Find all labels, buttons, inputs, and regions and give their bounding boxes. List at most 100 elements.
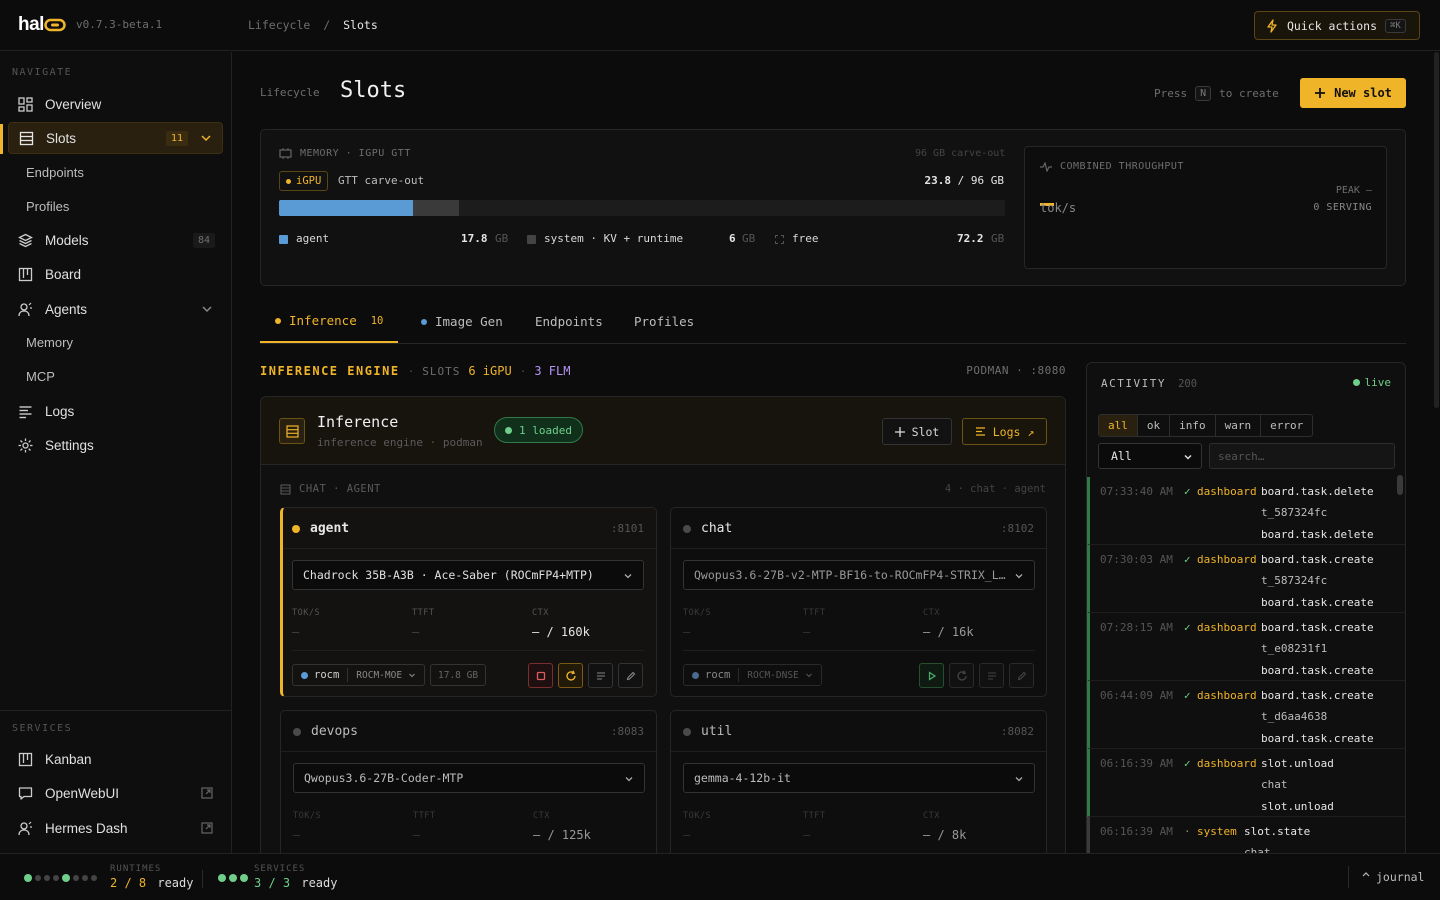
slot-logs-button[interactable] xyxy=(588,663,613,688)
sidebar-item-endpoints[interactable]: Endpoints xyxy=(8,156,223,188)
chevron-down-icon xyxy=(1015,777,1023,782)
slot-model-select[interactable]: Qwopus3.6-27B-v2-MTP-BF16-to-ROCmFP4-STR… xyxy=(683,560,1035,590)
engine-section-header: INFERENCE ENGINE · SLOTS 6 iGPU · 3 FLM xyxy=(260,364,571,378)
activity-entry[interactable]: 07:33:40 AM ✓ dashboard board.task.delet… xyxy=(1087,477,1405,545)
chevron-down-icon[interactable] xyxy=(201,303,213,315)
sidebar-item-settings[interactable]: Settings xyxy=(8,429,223,461)
chevron-down-icon xyxy=(625,777,633,782)
slot-divider xyxy=(671,548,1046,549)
slot-logs-button[interactable] xyxy=(979,663,1004,688)
metric-label: TOK/S xyxy=(683,811,712,821)
activity-source-select[interactable]: All xyxy=(1098,443,1202,469)
active-indicator xyxy=(0,124,3,154)
runtime-dot-idle xyxy=(73,875,79,881)
filter-error[interactable]: error xyxy=(1261,415,1312,436)
journal-toggle[interactable]: journal xyxy=(1362,870,1424,884)
slot-card-agent[interactable]: agent :8101 Chadrock 35B-A3B · Ace-Saber… xyxy=(280,507,657,697)
filter-all[interactable]: all xyxy=(1099,415,1138,436)
sidebar-item-label: Slots xyxy=(46,130,77,146)
activity-entry[interactable]: 07:30:03 AM ✓ dashboard board.task.creat… xyxy=(1087,545,1405,613)
sidebar-item-memory[interactable]: Memory xyxy=(8,326,223,358)
entry-detail: t_e08231f1 xyxy=(1261,642,1328,655)
metric-ttft-value: — xyxy=(413,828,421,842)
slot-model-select[interactable]: gemma-4-12b-it xyxy=(683,763,1035,793)
activity-scrollbar[interactable] xyxy=(1397,475,1403,495)
activity-entry[interactable]: 07:28:15 AM ✓ dashboard board.task.creat… xyxy=(1087,613,1405,681)
services-value: 3 / 3 xyxy=(254,876,291,890)
edit-button[interactable] xyxy=(618,663,643,688)
metric-label: CTX xyxy=(532,608,549,618)
slot-card-util[interactable]: util :8082 gemma-4-12b-it TOK/S TTFT CTX… xyxy=(670,710,1047,865)
filter-warn[interactable]: warn xyxy=(1216,415,1262,436)
sidebar-item-agents[interactable]: Agents xyxy=(8,293,223,325)
navigate-label: NAVIGATE xyxy=(12,67,73,78)
service-dots xyxy=(218,874,248,882)
sidebar-item-profiles[interactable]: Profiles xyxy=(8,190,223,222)
start-button[interactable] xyxy=(919,663,944,688)
slot-model-select[interactable]: Chadrock 35B-A3B · Ace-Saber (ROCmFP4+MT… xyxy=(292,560,644,590)
lightning-icon xyxy=(1267,18,1277,33)
slot-model-select[interactable]: Qwopus3.6-27B-Coder-MTP xyxy=(293,763,645,793)
external-link-icon[interactable] xyxy=(201,822,213,834)
filter-ok[interactable]: ok xyxy=(1138,415,1171,436)
slot-card-chat[interactable]: chat :8102 Qwopus3.6-27B-v2-MTP-BF16-to-… xyxy=(670,507,1047,697)
restart-button[interactable] xyxy=(558,663,583,688)
service-hermes-dash[interactable]: Hermes Dash xyxy=(8,812,223,844)
add-slot-button[interactable]: Slot xyxy=(882,418,952,445)
activity-search-input[interactable] xyxy=(1209,443,1395,469)
runtime-dot-idle xyxy=(91,875,97,881)
chevron-down-icon[interactable] xyxy=(200,132,212,144)
tab-label: Inference xyxy=(289,313,357,328)
filter-info[interactable]: info xyxy=(1170,415,1216,436)
engine-logs-button[interactable]: Logs ↗ xyxy=(962,418,1047,445)
metric-label: TTFT xyxy=(803,811,826,821)
sidebar-item-overview[interactable]: Overview xyxy=(8,88,223,120)
sidebar-divider xyxy=(0,710,231,711)
tab-endpoints[interactable]: Endpoints xyxy=(535,300,603,343)
activity-entry[interactable]: 06:16:39 AM ✓ dashboard slot.unload chat… xyxy=(1087,749,1405,817)
memory-bar-agent xyxy=(279,200,414,216)
backend-select[interactable]: rocm ROCM-DNSE xyxy=(683,664,822,686)
service-openwebui[interactable]: OpenWebUI xyxy=(8,777,223,809)
service-kanban[interactable]: Kanban xyxy=(8,743,223,775)
memory-carveout: 96 GB carve-out xyxy=(915,148,1006,159)
tab-label: Profiles xyxy=(634,314,695,329)
engine-card: Inference inference engine · podman 1 lo… xyxy=(260,396,1066,866)
flm-count: 3 FLM xyxy=(534,364,571,378)
tab-image-gen[interactable]: Image Gen xyxy=(421,300,503,343)
sidebar-item-label: Agents xyxy=(45,301,88,317)
metric-label: TTFT xyxy=(803,608,826,618)
services-status[interactable]: 3 / 3 ready xyxy=(254,876,337,890)
footer-divider xyxy=(202,870,203,888)
entry-event: board.task.create xyxy=(1261,621,1374,634)
stop-button[interactable] xyxy=(528,663,553,688)
restart-button[interactable] xyxy=(949,663,974,688)
slot-card-devops[interactable]: devops :8083 Qwopus3.6-27B-Coder-MTP TOK… xyxy=(280,710,657,865)
metric-label: CTX xyxy=(533,811,550,821)
new-slot-button[interactable]: New slot xyxy=(1300,78,1406,108)
overview-icon xyxy=(18,96,33,112)
backend-select[interactable]: rocm ROCM-MOE xyxy=(292,664,426,686)
sidebar-item-slots[interactable]: Slots 11 xyxy=(8,122,223,154)
sidebar-item-models[interactable]: Models 84 xyxy=(8,224,223,256)
quick-actions-button[interactable]: Quick actions ⌘K xyxy=(1254,11,1420,40)
page-scrollbar[interactable] xyxy=(1434,52,1439,408)
tab-profiles[interactable]: Profiles xyxy=(634,300,694,343)
edit-button[interactable] xyxy=(1009,663,1034,688)
app-logo[interactable]: hal xyxy=(18,14,66,36)
runtime-dot-idle xyxy=(35,875,41,881)
runtimes-status[interactable]: 2 / 8 ready xyxy=(110,876,193,890)
external-link-icon[interactable] xyxy=(201,787,213,799)
activity-entry[interactable]: 06:44:09 AM ✓ dashboard board.task.creat… xyxy=(1087,681,1405,749)
sidebar-item-label: Overview xyxy=(45,96,102,112)
breadcrumb-parent[interactable]: Lifecycle xyxy=(248,18,310,32)
tab-inference[interactable]: Inference 10 xyxy=(260,300,399,343)
entry-ok-mark: ✓ xyxy=(1184,553,1191,566)
sidebar-item-logs[interactable]: Logs xyxy=(8,395,223,427)
activity-count: 200 xyxy=(1178,378,1198,390)
entry-ok-mark: ✓ xyxy=(1184,621,1191,634)
layers-icon xyxy=(18,233,33,247)
sidebar-item-mcp[interactable]: MCP xyxy=(8,360,223,392)
chevron-down-icon xyxy=(409,673,415,678)
sidebar-item-board[interactable]: Board xyxy=(8,258,223,290)
